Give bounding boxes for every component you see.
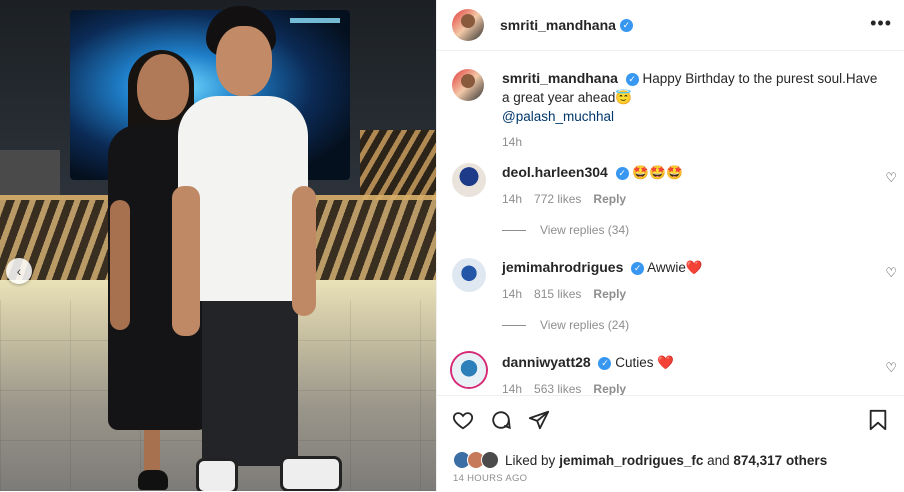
caption-username[interactable]: smriti_mandhana <box>502 70 618 86</box>
liked-by-prefix: Liked by <box>505 452 556 468</box>
chevron-left-icon: ‹ <box>16 263 22 279</box>
comment-username[interactable]: deol.harleen304 <box>502 164 608 180</box>
man-figure <box>172 6 342 491</box>
liked-by-middle: and <box>703 452 734 468</box>
liked-by-user[interactable]: jemimah_rodrigues_fc <box>559 453 703 468</box>
comment-time[interactable]: 14h <box>502 190 522 209</box>
comment-likes[interactable]: 815 likes <box>534 285 581 304</box>
post-panel: smriti_mandhana ✓ ••• smriti_mandhana ✓ … <box>436 0 904 492</box>
view-replies-label: View replies (34) <box>540 223 630 237</box>
comment-username[interactable]: danniwyatt28 <box>502 354 591 370</box>
more-icon[interactable]: ••• <box>870 14 892 32</box>
photo-scene <box>0 0 436 491</box>
reply-button[interactable]: Reply <box>593 285 626 304</box>
comment-item: deol.harleen304 ✓ 🤩🤩🤩 14h 772 likes Repl… <box>452 163 897 209</box>
heart-icon[interactable]: ♡ <box>885 360 897 376</box>
carousel-prev-button[interactable]: ‹ <box>6 258 32 284</box>
caption: smriti_mandhana ✓ Happy Birthday to the … <box>452 69 892 152</box>
post-photo[interactable]: ‹ <box>0 0 436 491</box>
verified-icon: ✓ <box>619 18 633 32</box>
bookmark-icon[interactable] <box>866 408 890 432</box>
comment-item: jemimahrodrigues ✓ Awwie❤️ 14h 815 likes… <box>452 258 897 304</box>
view-replies-button[interactable]: View replies (24) <box>502 318 629 332</box>
verified-icon: ✓ <box>598 356 612 370</box>
caption-time[interactable]: 14h <box>502 135 522 149</box>
likes-summary: Liked by jemimah_rodrigues_fc and 874,31… <box>453 451 827 469</box>
comment-text: Awwie❤️ <box>647 260 703 275</box>
comment-likes[interactable]: 772 likes <box>534 190 581 209</box>
instagram-post: ‹ smriti_mandhana ✓ ••• smriti_mandhana … <box>0 0 904 492</box>
author-username[interactable]: smriti_mandhana <box>500 17 616 33</box>
post-header: smriti_mandhana ✓ ••• <box>437 0 904 51</box>
reply-button[interactable]: Reply <box>593 190 626 209</box>
comment-icon[interactable] <box>489 408 513 432</box>
caption-mention[interactable]: @palash_muchhal <box>502 109 614 124</box>
verified-icon: ✓ <box>631 261 645 275</box>
comment-time[interactable]: 14h <box>502 285 522 304</box>
commenter-avatar[interactable] <box>452 353 486 387</box>
share-icon[interactable] <box>527 408 551 432</box>
divider <box>502 324 526 326</box>
action-bar: Liked by jemimah_rodrigues_fc and 874,31… <box>437 395 904 492</box>
view-replies-button[interactable]: View replies (34) <box>502 223 629 237</box>
divider <box>502 229 526 231</box>
verified-icon: ✓ <box>615 166 629 180</box>
heart-icon[interactable] <box>451 408 475 432</box>
comment-text: 🤩🤩🤩 <box>632 165 683 180</box>
verified-icon: ✓ <box>625 72 639 86</box>
commenter-avatar[interactable] <box>452 258 486 292</box>
likes-count[interactable]: 874,317 others <box>733 453 827 468</box>
commenter-avatar[interactable] <box>452 163 486 197</box>
liker-avatars <box>453 451 499 469</box>
heart-icon[interactable]: ♡ <box>885 265 897 281</box>
caption-emoji: 😇 <box>615 90 633 105</box>
caption-avatar[interactable] <box>452 69 484 101</box>
heart-icon[interactable]: ♡ <box>885 170 897 186</box>
comment-text: Cuties ❤️ <box>615 355 675 370</box>
view-replies-label: View replies (24) <box>540 318 630 332</box>
comment-item: danniwyatt28 ✓ Cuties ❤️ 14h 563 likes R… <box>452 353 897 399</box>
author-avatar[interactable] <box>452 9 484 41</box>
comment-username[interactable]: jemimahrodrigues <box>502 259 623 275</box>
posted-time[interactable]: 14 HOURS AGO <box>453 473 527 484</box>
